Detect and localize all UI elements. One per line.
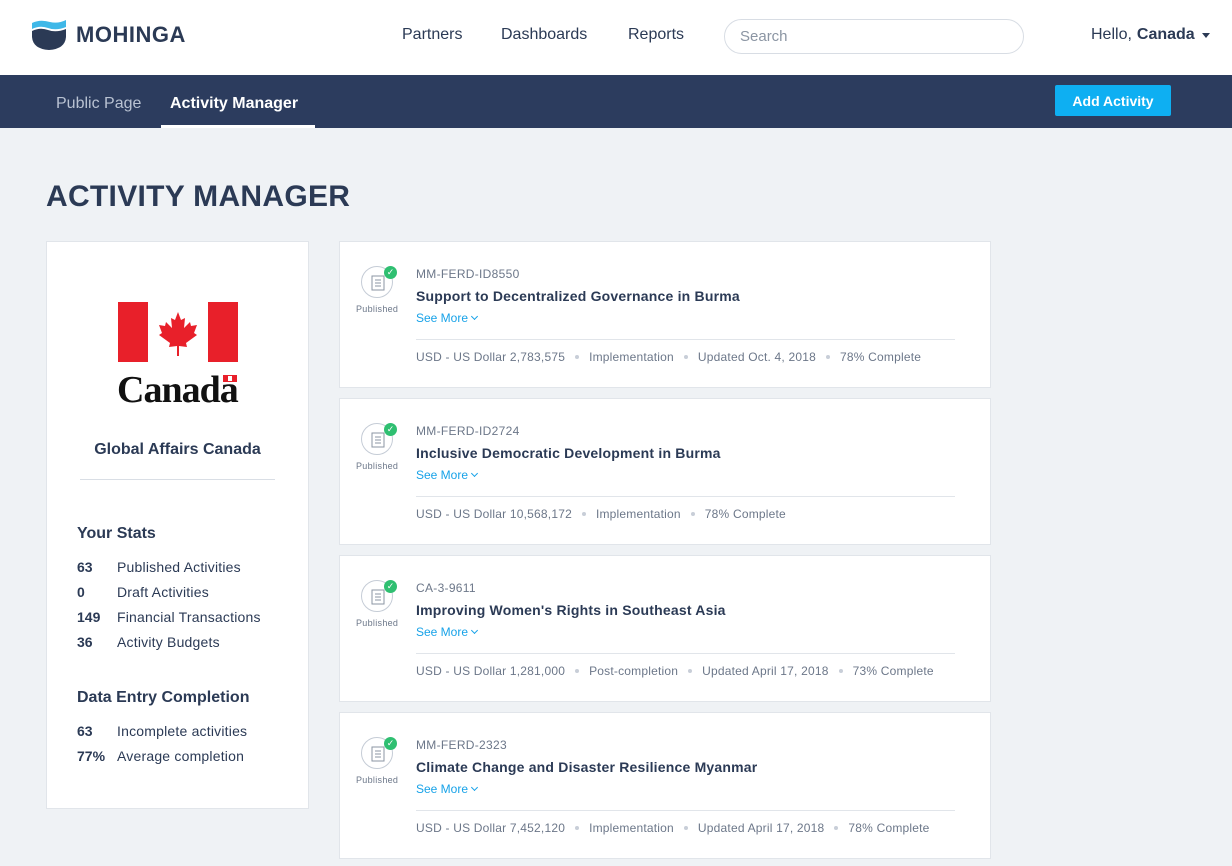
activity-id: MM-FERD-ID2724: [416, 424, 520, 438]
active-tab-indicator: [161, 125, 315, 128]
user-menu[interactable]: Hello, Canada: [1091, 26, 1210, 44]
canada-wordmark: Canada: [117, 369, 239, 411]
status-label: Published: [356, 618, 399, 628]
activity-title[interactable]: Inclusive Democratic Development in Burm…: [416, 445, 721, 461]
nav-dashboards[interactable]: Dashboards: [501, 26, 587, 44]
published-check-icon: ✓: [384, 580, 397, 593]
nav-reports[interactable]: Reports: [628, 26, 684, 44]
logo-text: MOHINGA: [76, 22, 186, 47]
published-check-icon: ✓: [384, 423, 397, 436]
see-more-link[interactable]: See More: [416, 625, 479, 639]
stat-average-completion: 77% Average completion: [77, 748, 245, 764]
see-more-link[interactable]: See More: [416, 782, 479, 796]
mohinga-logo[interactable]: MOHINGA: [30, 18, 186, 52]
activity-title[interactable]: Support to Decentralized Governance in B…: [416, 288, 740, 304]
logo-mark-icon: [30, 19, 68, 51]
activity-title[interactable]: Improving Women's Rights in Southeast As…: [416, 602, 726, 618]
stat-drafts: 0 Draft Activities: [77, 584, 209, 600]
canada-flag-icon: [118, 302, 238, 362]
chevron-down-icon: [470, 626, 479, 635]
divider: [416, 339, 955, 340]
activity-card[interactable]: ✓ Published MM-FERD-ID2724 Inclusive Dem…: [339, 398, 991, 545]
status-label: Published: [356, 304, 399, 314]
status-label: Published: [356, 461, 399, 471]
chevron-down-icon: [470, 783, 479, 792]
divider: [416, 810, 955, 811]
stat-budgets: 36 Activity Budgets: [77, 634, 220, 650]
stats-heading: Your Stats: [77, 525, 156, 542]
chevron-down-icon: [470, 469, 479, 478]
activity-card[interactable]: ✓ Published CA-3-9611 Improving Women's …: [339, 555, 991, 702]
activity-title[interactable]: Climate Change and Disaster Resilience M…: [416, 759, 757, 775]
stat-transactions: 149 Financial Transactions: [77, 609, 261, 625]
activity-id: CA-3-9611: [416, 581, 476, 595]
see-more-link[interactable]: See More: [416, 311, 479, 325]
published-check-icon: ✓: [384, 737, 397, 750]
tab-public-page[interactable]: Public Page: [56, 95, 141, 113]
search-input[interactable]: [724, 19, 1024, 54]
completion-heading: Data Entry Completion: [77, 689, 250, 706]
activity-meta: USD - US Dollar 7,452,120 Implementation…: [416, 821, 930, 835]
org-name: Global Affairs Canada: [94, 441, 261, 458]
activity-meta: USD - US Dollar 10,568,172 Implementatio…: [416, 507, 786, 521]
divider: [416, 496, 955, 497]
sub-navigation: Public Page Activity Manager Add Activit…: [0, 75, 1232, 128]
published-check-icon: ✓: [384, 266, 397, 279]
stat-incomplete: 63 Incomplete activities: [77, 723, 248, 739]
divider: [80, 479, 275, 480]
user-name: Canada: [1136, 26, 1195, 43]
see-more-link[interactable]: See More: [416, 468, 479, 482]
activity-card[interactable]: ✓ Published MM-FERD-2323 Climate Change …: [339, 712, 991, 859]
activity-id: MM-FERD-ID8550: [416, 267, 520, 281]
add-activity-button[interactable]: Add Activity: [1055, 85, 1171, 116]
activity-id: MM-FERD-2323: [416, 738, 507, 752]
activity-meta: USD - US Dollar 2,783,575 Implementation…: [416, 350, 922, 364]
divider: [416, 653, 955, 654]
profile-card: Canada Global Affairs Canada Your Stats …: [46, 241, 309, 809]
status-label: Published: [356, 775, 399, 785]
stat-published: 63 Published Activities: [77, 559, 241, 575]
greeting-text: Hello,: [1091, 26, 1132, 43]
top-header: MOHINGA Partners Dashboards Reports Hell…: [0, 0, 1232, 75]
caret-down-icon: [1201, 32, 1210, 38]
nav-partners[interactable]: Partners: [402, 26, 462, 44]
chevron-down-icon: [470, 312, 479, 321]
page-title: ACTIVITY MANAGER: [46, 180, 351, 213]
mini-flag-icon: [223, 375, 238, 382]
tab-activity-manager[interactable]: Activity Manager: [170, 95, 298, 113]
activity-card[interactable]: ✓ Published MM-FERD-ID8550 Support to De…: [339, 241, 991, 388]
activity-meta: USD - US Dollar 1,281,000 Post-completio…: [416, 664, 934, 678]
